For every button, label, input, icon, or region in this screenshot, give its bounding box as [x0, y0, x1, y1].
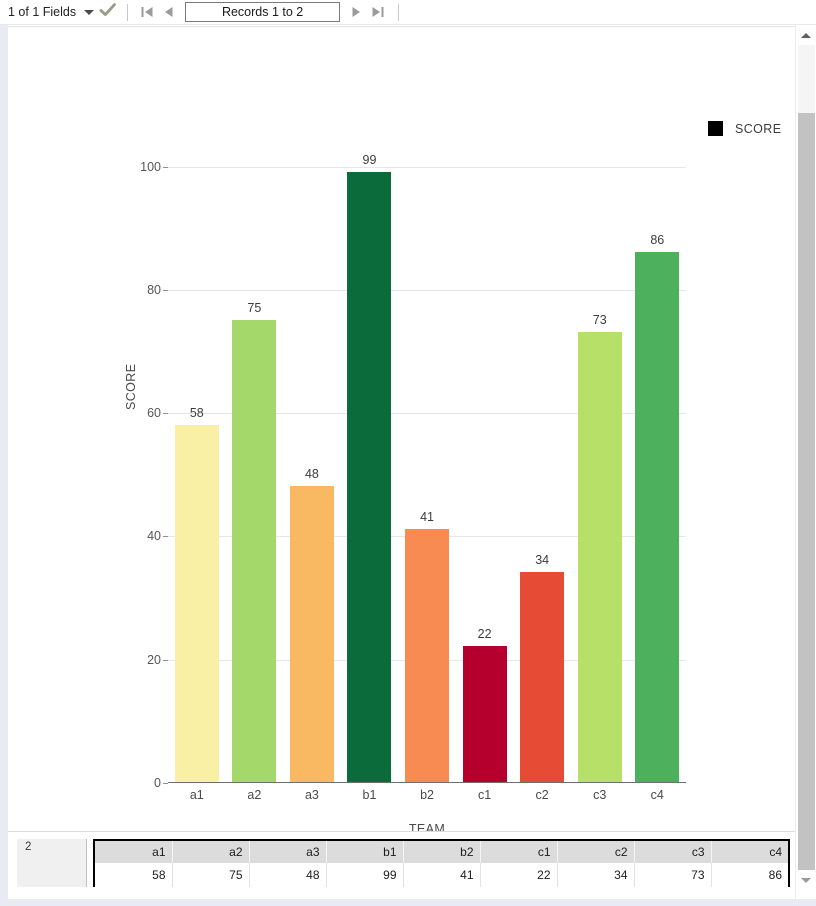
x-axis-tick-label: c1 — [477, 788, 492, 802]
fields-selector-label[interactable]: 1 of 1 Fields — [8, 0, 76, 25]
y-axis-tick-label: 60 — [147, 406, 161, 421]
x-axis-tick-label: c3 — [593, 788, 607, 802]
records-range-label: Records 1 to 2 — [221, 5, 304, 19]
bar-value-label: 41 — [420, 510, 434, 525]
records-range-field[interactable]: Records 1 to 2 — [185, 2, 341, 22]
scroll-up-icon[interactable] — [796, 25, 816, 45]
data-grid-header-cell[interactable]: c2 — [557, 841, 635, 863]
scrollbar-thumb[interactable] — [798, 113, 815, 886]
x-axis-line — [168, 782, 686, 783]
bar-a1[interactable]: 58 a1 — [174, 406, 219, 802]
x-axis-tick-label: c4 — [650, 788, 664, 802]
data-grid-cell[interactable]: 34 — [557, 863, 635, 887]
data-grid-cell[interactable]: 73 — [634, 863, 712, 887]
bar-slot: 99 b1 — [341, 141, 399, 802]
bar-slot: 75 a2 — [226, 141, 284, 802]
bar-a3[interactable]: 48 a3 — [289, 467, 334, 802]
bar-series-score: 58 a1 75 a2 48 a3 99 b1 41 b2 22 c1 34 c2 73 c3 86 c4 — [168, 141, 687, 802]
bar-value-label: 73 — [592, 313, 607, 328]
data-grid-header-cell[interactable]: a2 — [172, 841, 250, 863]
record-navigation-toolbar: 1 of 1 Fields Records 1 to 2 — [0, 0, 816, 25]
bar-value-label: 86 — [650, 232, 665, 247]
record-row-header[interactable]: 2 — [17, 839, 87, 887]
legend-swatch-score — [708, 121, 723, 136]
chart-legend: SCORE — [708, 121, 781, 136]
bar-value-label: 75 — [247, 300, 262, 315]
x-axis-tick-label: b1 — [362, 788, 377, 802]
bar-slot: 41 b2 — [398, 141, 456, 802]
data-grid-area: 2 a1 a2 a3 b1 b2 c1 c2 c3 c4 58 75 48 99 41 22 34 73 86 — [8, 831, 795, 906]
bar-value-label: 99 — [362, 152, 377, 167]
data-grid-cell[interactable]: 99 — [326, 863, 404, 887]
checkmark-icon[interactable] — [99, 2, 117, 23]
bar-c2[interactable]: 34 c2 — [520, 553, 565, 802]
bar-slot: 34 c2 — [513, 141, 571, 802]
data-grid-header-row: a1 a2 a3 b1 b2 c1 c2 c3 c4 — [95, 841, 788, 863]
plot-area: 0 20 40 60 80 100 58 a1 75 a2 48 a3 99 b1 41 b2 22 c1 34 c… — [140, 141, 687, 802]
chevron-down-icon[interactable] — [84, 9, 95, 15]
record-row-number: 2 — [25, 841, 32, 853]
x-axis-tick-label: b2 — [420, 788, 434, 802]
next-record-icon[interactable] — [345, 2, 367, 22]
chart-viewer-window: 1 of 1 Fields Records 1 to 2 SCORE SCORE… — [0, 0, 816, 906]
bar-slot: 22 c1 — [456, 141, 514, 802]
data-grid-value-row[interactable]: 58 75 48 99 41 22 34 73 86 — [95, 863, 788, 887]
bar-value-label: 22 — [477, 627, 492, 642]
bar-b1[interactable]: 99 b1 — [347, 153, 392, 802]
data-grid-cell[interactable]: 86 — [711, 863, 788, 887]
y-axis-tick-label: 40 — [147, 529, 161, 544]
y-axis-tick-label: 100 — [140, 159, 161, 174]
x-axis-tick-label: a2 — [247, 788, 262, 802]
data-grid-header-cell[interactable]: a1 — [95, 841, 173, 863]
last-record-icon[interactable] — [367, 2, 389, 22]
bottom-edge-strip — [0, 899, 816, 906]
toolbar-divider — [127, 3, 129, 21]
scroll-down-icon[interactable] — [796, 870, 816, 890]
data-grid-cell[interactable]: 41 — [403, 863, 481, 887]
y-axis-tick-label: 80 — [147, 282, 161, 297]
y-axis-tick-label: 20 — [147, 652, 161, 667]
bar-c3[interactable]: 73 c3 — [577, 313, 622, 802]
data-grid-cell[interactable]: 48 — [249, 863, 327, 887]
bar-slot: 58 a1 — [168, 141, 226, 802]
bar-c1[interactable]: 22 c1 — [462, 627, 507, 802]
data-grid-header-cell[interactable]: a3 — [249, 841, 327, 863]
bar-slot: 86 c4 — [629, 141, 687, 802]
x-axis-tick-label: a3 — [304, 788, 319, 802]
bar-value-label: 48 — [304, 467, 319, 482]
first-record-icon[interactable] — [136, 2, 158, 22]
data-grid[interactable]: a1 a2 a3 b1 b2 c1 c2 c3 c4 58 75 48 99 41 22 34 73 86 — [93, 839, 790, 887]
bar-slot: 73 c3 — [571, 141, 629, 802]
data-grid-cell[interactable]: 75 — [172, 863, 250, 887]
y-axis-tick-label: 0 — [154, 776, 161, 790]
y-axis-tick-mark — [163, 783, 168, 784]
chart-panel: SCORE SCORE 0 20 40 60 80 100 58 a1 75 a2 48 a3 99 b… — [8, 26, 795, 836]
vertical-scrollbar[interactable] — [795, 25, 816, 906]
bar-value-label: 34 — [535, 553, 550, 568]
gridline — [168, 783, 686, 784]
bar-slot: 48 a3 — [283, 141, 341, 802]
data-grid-header-cell[interactable]: b1 — [326, 841, 404, 863]
x-axis-tick-label: c2 — [535, 788, 549, 802]
data-grid-header-cell[interactable]: c4 — [711, 841, 788, 863]
bar-c4[interactable]: 86 c4 — [635, 233, 680, 802]
previous-record-icon[interactable] — [158, 2, 180, 22]
data-grid-header-cell[interactable]: c1 — [480, 841, 558, 863]
toolbar-divider-end — [398, 3, 400, 21]
bar-value-label: 58 — [189, 405, 204, 420]
legend-label-score: SCORE — [735, 121, 782, 136]
y-axis-title: SCORE — [124, 363, 138, 410]
data-grid-header-cell[interactable]: b2 — [403, 841, 481, 863]
bar-b2[interactable]: 41 b2 — [405, 510, 450, 802]
bar-a2[interactable]: 75 a2 — [232, 301, 277, 802]
data-grid-header-cell[interactable]: c3 — [634, 841, 712, 863]
left-edge-strip — [0, 25, 8, 906]
data-grid-cell[interactable]: 58 — [95, 863, 173, 887]
x-axis-tick-label: a1 — [189, 788, 204, 802]
data-grid-cell[interactable]: 22 — [480, 863, 558, 887]
